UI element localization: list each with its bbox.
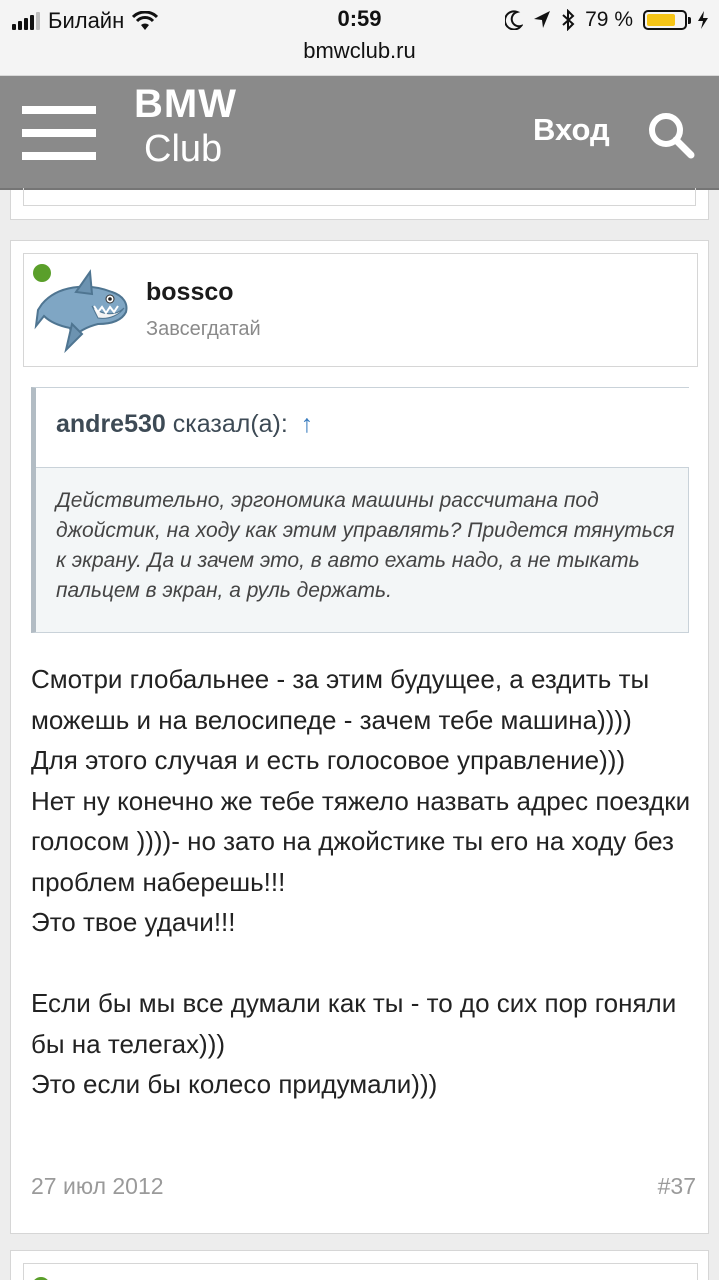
author-box: bossco Завсегдатай bbox=[23, 253, 698, 367]
charging-bolt-icon bbox=[698, 11, 708, 29]
next-post bbox=[10, 1250, 709, 1280]
site-logo[interactable]: BMW Club bbox=[134, 84, 237, 168]
message-body: Смотри глобальнее - за этим будущее, а е… bbox=[31, 659, 691, 1105]
menu-icon[interactable] bbox=[22, 106, 96, 160]
logo-bmw: BMW bbox=[134, 82, 237, 126]
status-right: 79 % bbox=[505, 8, 709, 32]
battery-percent: 79 % bbox=[585, 8, 633, 31]
quote-author[interactable]: andre530 bbox=[56, 410, 166, 438]
moon-icon bbox=[505, 10, 524, 30]
previous-post-inner bbox=[23, 188, 696, 206]
quote-text: Действительно, эргономика машины рассчит… bbox=[56, 489, 675, 602]
quote-header: andre530 сказал(а): ↑ bbox=[36, 388, 689, 468]
online-status-dot bbox=[33, 264, 51, 282]
url-label[interactable]: bmwclub.ru bbox=[0, 38, 719, 64]
quote-block: andre530 сказал(а): ↑ Действительно, эрг… bbox=[31, 387, 689, 633]
message-paragraph: Это если бы колесо придумали))) bbox=[31, 1069, 438, 1099]
message-paragraph: Смотри глобальнее - за этим будущее, а е… bbox=[31, 664, 650, 735]
site-header: BMW Club Вход bbox=[0, 76, 719, 190]
message-paragraph: Это твое удачи!!! bbox=[31, 907, 236, 937]
post-date[interactable]: 27 июл 2012 bbox=[31, 1173, 164, 1200]
author-name[interactable]: bossco bbox=[146, 278, 234, 307]
login-link[interactable]: Вход bbox=[533, 112, 610, 148]
message-paragraph: Если бы мы все думали как ты - то до сих… bbox=[31, 988, 677, 1059]
author-title: Завсегдатай bbox=[146, 318, 261, 340]
message-paragraph: Для этого случая и есть голосовое управл… bbox=[31, 745, 626, 775]
next-post-inner bbox=[23, 1263, 698, 1280]
quote-said-label: сказал(а): bbox=[172, 410, 288, 438]
logo-club: Club bbox=[144, 128, 223, 170]
location-arrow-icon bbox=[534, 11, 551, 28]
forum-post: bossco Завсегдатай andre530 сказал(а): ↑… bbox=[10, 240, 709, 1234]
post-number[interactable]: #37 bbox=[658, 1173, 696, 1200]
search-icon[interactable] bbox=[646, 110, 696, 160]
message-paragraph bbox=[31, 943, 691, 984]
status-bar: Билайн 0:59 bmwclub.ru 79 % bbox=[0, 0, 719, 76]
bluetooth-icon bbox=[562, 9, 575, 31]
quote-source-arrow-icon[interactable]: ↑ bbox=[301, 410, 314, 438]
battery-icon bbox=[643, 10, 691, 30]
previous-post bbox=[10, 188, 709, 220]
battery-level bbox=[647, 14, 676, 26]
message-paragraph: Нет ну конечно же тебе тяжело назвать ад… bbox=[31, 785, 691, 897]
